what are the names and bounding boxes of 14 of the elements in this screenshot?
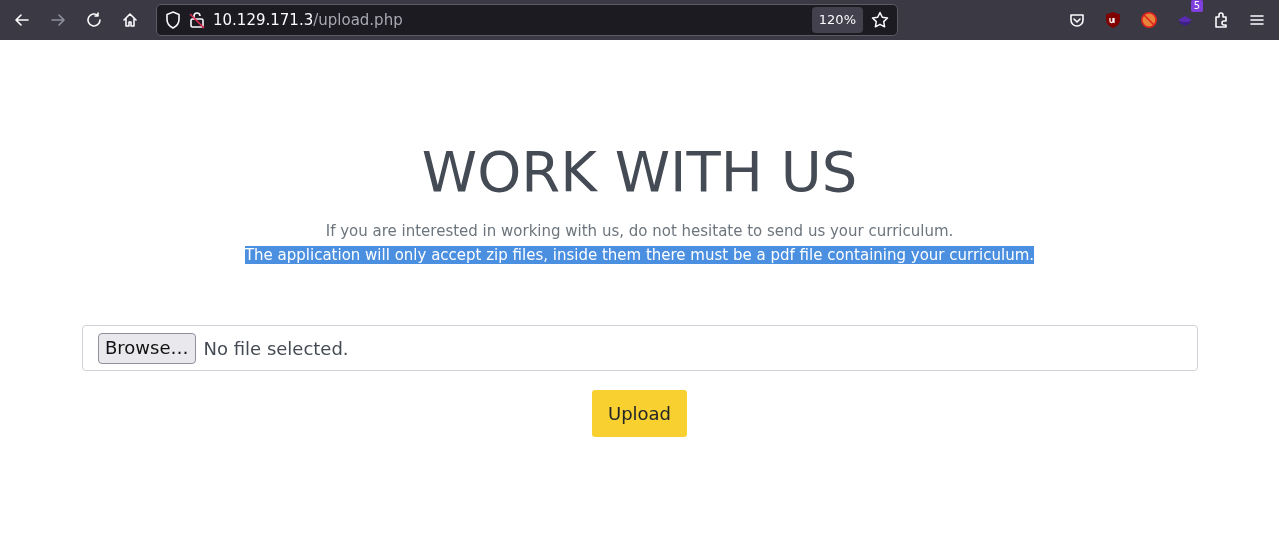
description-text: If you are interested in working with us, do not hesitate to send us your curriculum. [324, 221, 955, 243]
star-icon[interactable] [871, 11, 889, 29]
insecure-lock-icon[interactable] [189, 11, 205, 29]
notification-badge: 5 [1190, 0, 1203, 12]
browse-button[interactable]: Browse… [98, 332, 196, 364]
shield-icon[interactable] [165, 11, 181, 29]
file-input[interactable]: Browse… No file selected. [82, 325, 1198, 372]
zoom-level[interactable]: 120% [811, 7, 863, 33]
selected-text: The application will only accept zip files, inside them there must be a pdf file containing your curriculum. [244, 246, 1035, 265]
page-heading: WORK WITH US [420, 138, 859, 206]
upload-button[interactable]: Upload [591, 390, 688, 438]
file-status-text: No file selected. [203, 336, 349, 361]
address-bar[interactable]: 10.129.171.3/upload.php 120% [156, 4, 898, 36]
url-text[interactable]: 10.129.171.3/upload.php [213, 8, 403, 32]
